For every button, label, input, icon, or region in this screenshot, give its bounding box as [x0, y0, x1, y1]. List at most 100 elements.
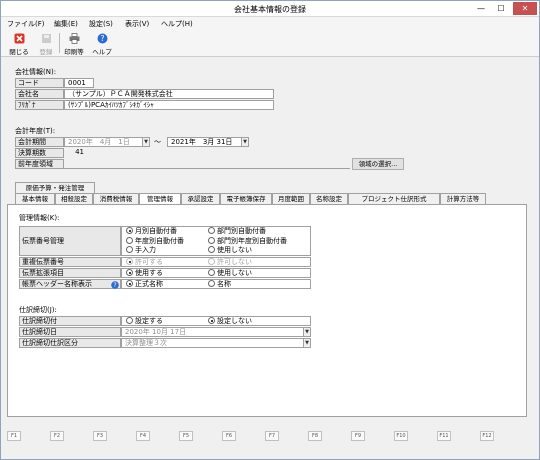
radio-close-unset[interactable]: 設定しない [208, 317, 252, 326]
f12-key[interactable]: F12 [480, 431, 494, 441]
radio-short-name[interactable]: 名称 [208, 280, 231, 289]
menu-file[interactable]: ファイル(F) [7, 19, 45, 29]
kana-field[interactable]: (ｻﾝﾌﾟﾙ)PCAｶｲﾊﾂｶﾌﾞｼｷｶﾞｲｼｬ [64, 100, 274, 110]
chevron-down-icon[interactable]: ▼ [142, 138, 149, 146]
tab-name-settings[interactable]: 名称設定 [310, 193, 348, 204]
dup-label: 重複伝票番号 [19, 257, 121, 267]
radio-dot [208, 280, 215, 287]
maximize-button[interactable]: ☐ [491, 2, 511, 15]
f10-key[interactable]: F10 [394, 431, 408, 441]
radio-dot [126, 246, 133, 253]
toolbar-separator [59, 33, 60, 53]
f6-key[interactable]: F6 [222, 431, 236, 441]
ext-label: 伝票拡張項目 [19, 268, 121, 278]
radio-dot [208, 317, 215, 324]
f5-key[interactable]: F5 [179, 431, 193, 441]
select-area-button[interactable]: 領域の選択... [352, 158, 404, 170]
radio-formal-name[interactable]: 正式名称 [126, 280, 163, 289]
close-icon [14, 33, 24, 44]
radio-dept-monthly[interactable]: 部門別自動付番 [208, 227, 266, 236]
close-attach-group: 設定する 設定しない [121, 316, 311, 326]
f3-key[interactable]: F3 [93, 431, 107, 441]
tab-month-range[interactable]: 月度範囲 [272, 193, 310, 204]
radio-dept-yearly[interactable]: 部門別年度別自動付番 [208, 236, 287, 246]
svg-text:?: ? [113, 282, 116, 289]
close-date-field[interactable]: 2020年 10月 17日 ▼ [121, 327, 311, 337]
radio-dot [126, 317, 133, 324]
radio-label: 使用しない [217, 246, 252, 254]
minimize-button[interactable]: — [471, 2, 491, 15]
tab-e-book[interactable]: 電子帳簿保存 [220, 193, 272, 204]
radio-label: 年度別自動付番 [135, 236, 184, 245]
f1-key[interactable]: F1 [7, 431, 21, 441]
menu-settings[interactable]: 設定(S) [89, 19, 113, 29]
f8-key[interactable]: F8 [308, 431, 322, 441]
tab-approval[interactable]: 承認設定 [181, 193, 220, 204]
register-button[interactable]: 登録 [34, 32, 58, 56]
radio-monthly[interactable]: 月別自動付番 [126, 227, 177, 236]
radio-dup-disallow[interactable]: 許可しない [208, 258, 252, 267]
dup-group: 許可する 許可しない [121, 257, 311, 267]
radio-dot [208, 246, 215, 253]
menu-view[interactable]: 表示(V) [125, 19, 149, 29]
code-field[interactable]: 0001 [64, 78, 94, 88]
radio-ext-unuse[interactable]: 使用しない [208, 269, 252, 278]
radio-dup-allow[interactable]: 許可する [126, 258, 163, 267]
radio-unused[interactable]: 使用しない [208, 246, 252, 255]
tab-tax[interactable]: 消費税情報 [93, 193, 139, 204]
period-end-field[interactable]: 2021年 3月 31日 ▼ [167, 137, 249, 147]
tab-basic[interactable]: 基本情報 [15, 193, 55, 204]
chevron-down-icon[interactable]: ▼ [241, 138, 248, 146]
f9-key[interactable]: F9 [351, 431, 365, 441]
ext-group: 使用する 使用しない [121, 268, 311, 278]
chevron-down-icon[interactable]: ▼ [303, 328, 310, 336]
window-title: 会社基本情報の登録 [234, 5, 306, 14]
register-label: 登録 [39, 48, 53, 56]
tab-project-journal[interactable]: プロジェクト仕訳形式 [348, 193, 440, 204]
radio-label: 手入力 [135, 246, 156, 254]
term-value: 41 [75, 148, 84, 156]
radio-dot [126, 280, 133, 287]
close-class-field[interactable]: 決算整理３次 ▼ [121, 338, 311, 348]
title-bar: 会社基本情報の登録 — ☐ ✕ [1, 1, 539, 17]
radio-ext-use[interactable]: 使用する [126, 269, 163, 278]
register-icon [41, 34, 51, 43]
tab-offset[interactable]: 相殺設定 [55, 193, 93, 204]
print-button[interactable]: 印刷等 [62, 32, 86, 56]
close-class-label: 仕訳締切仕訳区分 [19, 338, 121, 348]
close-attach-label: 仕訳締切付 [19, 316, 121, 326]
help-button[interactable]: ? ヘルプ [90, 32, 114, 56]
radio-label: 正式名称 [135, 280, 163, 288]
voucher-mgmt-group: 月別自動付番 部門別自動付番 年度別自動付番 部門別年度別自動付番 手入力 使用… [121, 226, 311, 256]
menu-edit[interactable]: 編集(E) [54, 19, 78, 29]
close-heading: 仕訳締切(J): [19, 306, 57, 314]
radio-dot [208, 236, 215, 244]
tab-cost-budget[interactable]: 原価予算・発注管理 [15, 182, 95, 193]
header-name-text: 帳票ヘッダー名称表示 [22, 280, 92, 288]
radio-label: 部門別自動付番 [217, 227, 266, 235]
f11-key[interactable]: F11 [437, 431, 451, 441]
svg-text:?: ? [100, 34, 104, 43]
radio-close-set[interactable]: 設定する [126, 317, 163, 326]
menu-help[interactable]: ヘルプ(H) [161, 19, 193, 29]
tab-calc-method[interactable]: 計算方法等 [440, 193, 486, 204]
f2-key[interactable]: F2 [50, 431, 64, 441]
window-close-button[interactable]: ✕ [513, 2, 537, 15]
prev-area-label: 前年度領域 [15, 159, 64, 169]
main-window: 会社基本情報の登録 — ☐ ✕ ファイル(F) 編集(E) 設定(S) 表示(V… [0, 0, 540, 460]
company-name-field[interactable]: （サンプル）ＰＣＡ開発株式会社 [64, 89, 274, 99]
help-icon: ? [97, 33, 107, 44]
management-panel: 管理情報(K): 伝票番号管理 月別自動付番 部門別自動付番 年度別自動付番 部… [7, 204, 527, 417]
radio-manual[interactable]: 手入力 [126, 246, 156, 255]
header-name-group: 正式名称 名称 [121, 279, 311, 289]
radio-label: 許可する [135, 258, 163, 266]
printer-icon [69, 33, 79, 44]
period-start-field[interactable]: 2020年 4月 1日 ▼ [64, 137, 150, 147]
close-button[interactable]: 閉じる [7, 32, 31, 56]
chevron-down-icon[interactable]: ▼ [303, 339, 310, 347]
radio-label: 名称 [217, 280, 231, 288]
f4-key[interactable]: F4 [136, 431, 150, 441]
radio-yearly[interactable]: 年度別自動付番 [126, 236, 184, 246]
help-icon[interactable]: ? [111, 280, 119, 289]
f7-key[interactable]: F7 [265, 431, 279, 441]
